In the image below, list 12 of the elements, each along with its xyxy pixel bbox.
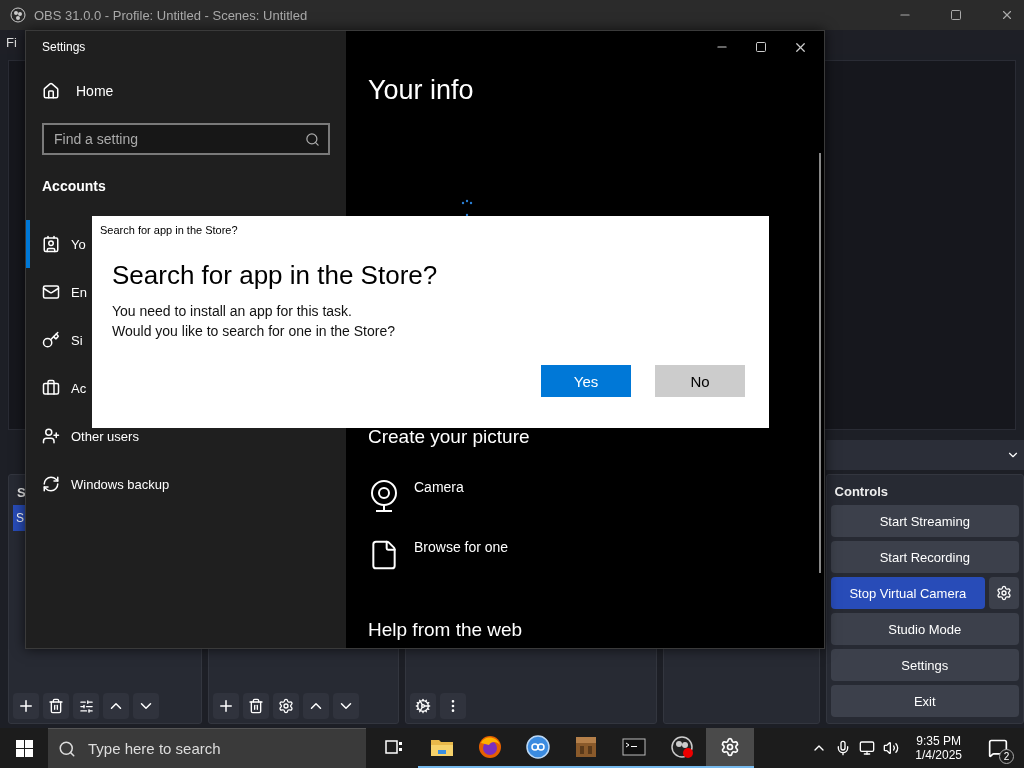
- dock-title: S: [17, 484, 26, 500]
- dialog-text: You need to install an app for this task.: [112, 303, 353, 319]
- section-heading: Create your picture: [368, 426, 531, 448]
- dialog-heading: Search for app in the Store?: [112, 260, 439, 291]
- dialog-text: Would you like to search for one in the Store?: [112, 323, 396, 339]
- dock-title: Controls: [834, 483, 889, 499]
- section-heading: Accounts: [42, 178, 107, 194]
- section-heading: Help from the web: [368, 619, 524, 641]
- page-title: Your info: [368, 75, 475, 106]
- dialog-caption: Search for app in the Store?: [100, 224, 239, 236]
- window-title: Settings: [42, 40, 86, 54]
- window-title: OBS 31.0.0 - Profile: Untitled - Scenes: Untitled: [34, 7, 308, 23]
